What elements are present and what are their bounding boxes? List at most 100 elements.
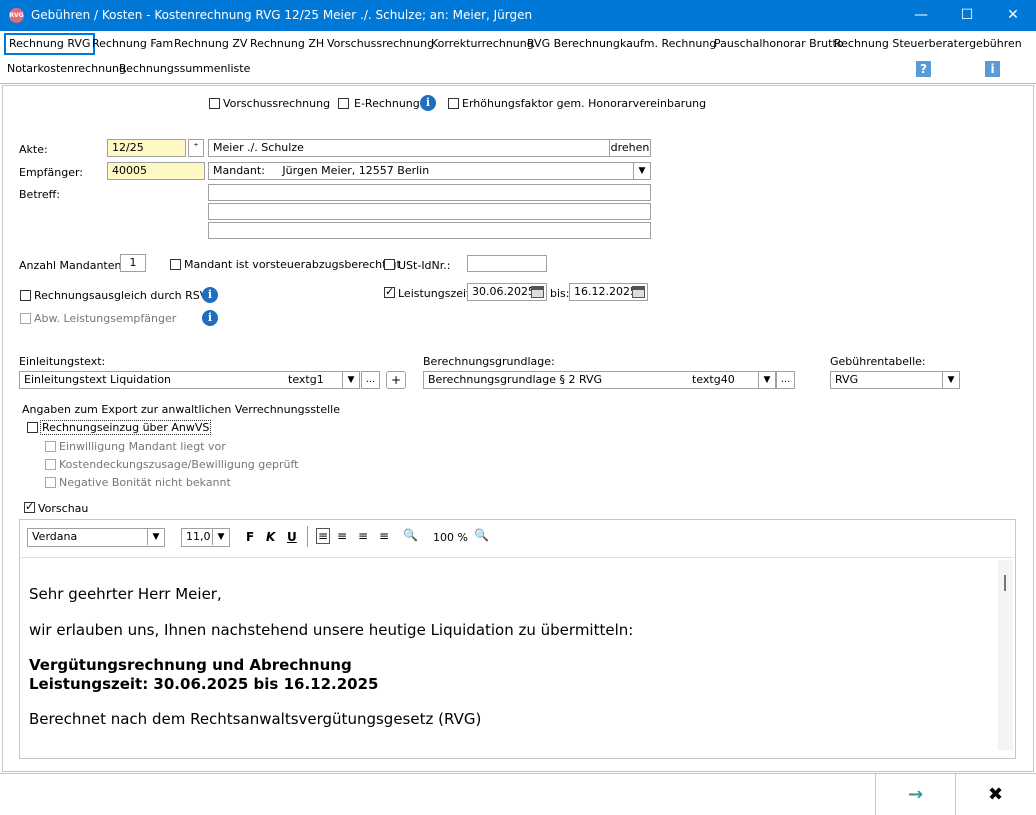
erhoehung-checkbox[interactable]: [448, 98, 459, 109]
info-icon[interactable]: i: [985, 61, 1000, 77]
vorschau-label: Vorschau: [38, 502, 89, 515]
zoom-out-icon[interactable]: 🔍: [403, 528, 418, 542]
anwvs-label: Rechnungseinzug über AnwVS: [40, 420, 212, 435]
app-icon: RVG: [9, 8, 24, 23]
rsv-checkbox[interactable]: [20, 290, 31, 301]
close-window-button[interactable]: ✕: [990, 0, 1036, 31]
erechnung-label: E-Rechnung: [354, 97, 420, 110]
align-left-icon[interactable]: ≡: [316, 528, 331, 544]
editor-scrollbar-thumb[interactable]: [1004, 575, 1006, 591]
gebuehrentabelle-label: Gebührentabelle:: [830, 355, 926, 368]
font-select[interactable]: Verdana ▼: [27, 528, 165, 547]
einleitungstext-select[interactable]: Einleitungstext Liquidation textg1 ▼: [19, 371, 360, 389]
chevron-down-icon[interactable]: ▼: [633, 163, 650, 179]
empfaenger-field[interactable]: 40005: [107, 162, 205, 180]
help-icon[interactable]: ?: [916, 61, 931, 77]
chevron-down-icon[interactable]: ▼: [147, 529, 164, 545]
berechnungsgrundlage-select[interactable]: Berechnungsgrundlage § 2 RVG textg40 ▼: [423, 371, 776, 389]
drehen-button[interactable]: drehen: [609, 139, 651, 157]
bonitaet-label: Negative Bonität nicht bekannt: [59, 476, 231, 489]
doc-heading-1: Vergütungsrechnung und Abrechnung: [29, 656, 352, 674]
font-size-value: 11,0: [186, 530, 211, 543]
mandant-select[interactable]: Mandant: Jürgen Meier, 12557 Berlin ▼: [208, 162, 651, 180]
akte-name-field[interactable]: Meier ./. Schulze: [208, 139, 610, 157]
tab-rechnung-rvg[interactable]: Rechnung RVG: [4, 33, 96, 55]
align-center-icon[interactable]: ≡: [337, 529, 347, 543]
erechnung-checkbox[interactable]: [338, 98, 349, 109]
rsv-info-icon[interactable]: i: [202, 287, 218, 303]
bottom-bar: → ✖: [0, 773, 1036, 815]
chevron-down-icon[interactable]: ▼: [758, 372, 775, 388]
rsv-label: Rechnungsausgleich durch RSV: [34, 289, 208, 302]
einwilligung-checkbox[interactable]: [45, 441, 56, 452]
tab-rechnung-zh[interactable]: Rechnung ZH: [247, 33, 327, 55]
mandant-select-value: Jürgen Meier, 12557 Berlin: [282, 164, 430, 177]
italic-button[interactable]: K: [266, 530, 275, 544]
tab-bar: Rechnung RVG Rechnung Fam Rechnung ZV Re…: [0, 31, 1036, 84]
tab-summenliste[interactable]: Rechnungssummenliste: [116, 58, 253, 80]
doc-basis: Berechnet nach dem Rechtsanwaltsvergütun…: [29, 710, 482, 728]
tab-steuerberater[interactable]: Rechnung Steuerberatergebühren: [831, 33, 1025, 55]
erechnung-info-icon[interactable]: i: [420, 95, 436, 111]
calendar-icon[interactable]: [531, 286, 544, 298]
anzahl-mandanten-field[interactable]: 1: [120, 254, 146, 272]
cancel-button[interactable]: ✖: [955, 774, 1035, 815]
doc-heading-2: Leistungszeit: 30.06.2025 bis 16.12.2025: [29, 675, 379, 693]
leistungszeit-checkbox[interactable]: [384, 285, 395, 298]
add-button[interactable]: +: [386, 371, 406, 389]
vorschau-checkbox[interactable]: [24, 500, 35, 513]
gebuehrentabelle-select[interactable]: RVG ▼: [830, 371, 960, 389]
kostendeckung-label: Kostendeckungszusage/Bewilligung geprüft: [59, 458, 299, 471]
einwilligung-label: Einwilligung Mandant liegt vor: [59, 440, 226, 453]
vorsteuer-checkbox[interactable]: [170, 259, 181, 270]
abw-leistungsempfaenger-checkbox[interactable]: [20, 313, 31, 324]
einleitungstext-more-button[interactable]: ...: [361, 371, 380, 389]
ustid-checkbox[interactable]: [384, 259, 395, 270]
ok-arrow-button[interactable]: →: [875, 774, 955, 815]
calendar-icon[interactable]: [632, 286, 645, 298]
align-justify-icon[interactable]: ≡: [379, 529, 389, 543]
tab-vorschussrechnung[interactable]: Vorschussrechnung: [324, 33, 437, 55]
leistungszeit-from-field[interactable]: 30.06.2025: [467, 283, 547, 301]
vorschussrechnung-label: Vorschussrechnung: [223, 97, 331, 110]
tab-rechnung-zv[interactable]: Rechnung ZV: [171, 33, 250, 55]
tab-rechnung-fam[interactable]: Rechnung Fam: [89, 33, 176, 55]
anwvs-checkbox[interactable]: [27, 422, 38, 433]
title-bar: RVG Gebühren / Kosten - Kostenrechnung R…: [0, 0, 1036, 31]
ustid-field[interactable]: [467, 255, 547, 272]
betreff-line-1[interactable]: [208, 184, 651, 201]
tab-korrekturrechnung[interactable]: Korrekturrechnung: [428, 33, 537, 55]
underline-button[interactable]: U: [287, 530, 297, 544]
akte-lookup-button[interactable]: ⁺: [188, 139, 204, 157]
doc-greeting: Sehr geehrter Herr Meier,: [29, 585, 222, 603]
akte-field[interactable]: 12/25: [107, 139, 186, 157]
bonitaet-checkbox[interactable]: [45, 477, 56, 488]
bold-button[interactable]: F: [246, 530, 254, 544]
chevron-down-icon[interactable]: ▼: [212, 529, 229, 545]
betreff-label: Betreff:: [19, 188, 60, 201]
zoom-level: 100 %: [433, 531, 468, 544]
betreff-line-3[interactable]: [208, 222, 651, 239]
tab-kaufm-rechnung[interactable]: kaufm. Rechnung: [617, 33, 719, 55]
window-title: Gebühren / Kosten - Kostenrechnung RVG 1…: [31, 8, 533, 22]
zoom-in-icon[interactable]: 🔍: [474, 528, 489, 542]
betreff-line-2[interactable]: [208, 203, 651, 220]
einleitungstext-value: Einleitungstext Liquidation: [24, 373, 172, 386]
export-heading: Angaben zum Export zur anwaltlichen Verr…: [22, 403, 341, 416]
abw-info-icon[interactable]: i: [202, 310, 218, 326]
chevron-down-icon[interactable]: ▼: [942, 372, 959, 388]
tab-notarkosten[interactable]: Notarkostenrechnung: [4, 58, 129, 80]
font-size-select[interactable]: 11,0 ▼: [181, 528, 230, 547]
minimize-button[interactable]: —: [898, 0, 944, 31]
kostendeckung-checkbox[interactable]: [45, 459, 56, 470]
align-right-icon[interactable]: ≡: [358, 529, 368, 543]
berechnungsgrundlage-more-button[interactable]: ...: [776, 371, 795, 389]
berechnungsgrundlage-code: textg40: [692, 373, 735, 386]
tab-rvg-berechnung[interactable]: RVG Berechnung: [524, 33, 623, 55]
tab-pauschalhonorar[interactable]: Pauschalhonorar Brutto: [711, 33, 846, 55]
maximize-button[interactable]: ☐: [944, 0, 990, 31]
leistungszeit-to-field[interactable]: 16.12.2025: [569, 283, 648, 301]
vorschussrechnung-checkbox[interactable]: [209, 98, 220, 109]
chevron-down-icon[interactable]: ▼: [342, 372, 359, 388]
empfaenger-label: Empfänger:: [19, 166, 84, 179]
